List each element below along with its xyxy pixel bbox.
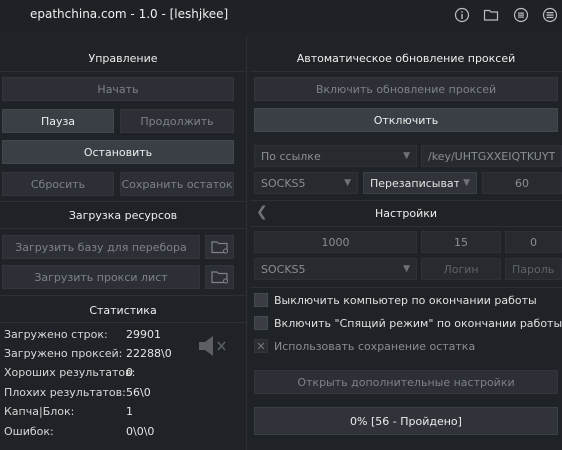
reset-button[interactable]: Сбросить bbox=[2, 172, 114, 196]
stat-value: 0\0\0 bbox=[126, 425, 155, 438]
check-icon[interactable]: ✕ bbox=[254, 339, 268, 353]
chevron-down-icon: ▼ bbox=[403, 151, 410, 161]
stop-button[interactable]: Остановить bbox=[2, 140, 234, 164]
sleep-label: Включить "Спящий режим" по окончании раб… bbox=[274, 316, 562, 330]
login-input[interactable]: Логин bbox=[421, 258, 501, 280]
retries-input[interactable]: 0 bbox=[505, 231, 562, 253]
save-rest-label: Использовать сохранение остатка bbox=[274, 339, 476, 353]
settings-proxy-type-select[interactable]: SOCKS5 ▼ bbox=[254, 258, 417, 280]
threads-input[interactable]: 1000 bbox=[254, 231, 417, 253]
save-rest-checkbox[interactable]: ✕ Использовать сохранение остатка bbox=[254, 338, 475, 354]
settings-proxy-type-value: SOCKS5 bbox=[261, 262, 306, 276]
resources-header: Загрузка ресурсов bbox=[68, 208, 178, 222]
progress-text: 0% [56 - Пройдено] bbox=[350, 414, 462, 428]
checkbox-box[interactable] bbox=[254, 316, 268, 330]
load-proxy-button[interactable]: Загрузить прокси лист bbox=[2, 265, 200, 289]
chevron-down-icon: ▼ bbox=[463, 178, 470, 188]
divider bbox=[0, 71, 246, 72]
load-base-folder-icon[interactable] bbox=[205, 235, 234, 259]
divider bbox=[250, 226, 562, 227]
interval-input[interactable]: 60 bbox=[482, 172, 562, 194]
stat-label: Капча|Блок: bbox=[4, 405, 75, 418]
chevron-down-icon: ▼ bbox=[344, 178, 351, 188]
write-mode-value: Перезаписывать bbox=[370, 176, 460, 190]
proxy-source-value: По ссылке bbox=[261, 149, 321, 163]
password-placeholder: Пароль bbox=[512, 262, 555, 276]
settings-header: Настройки bbox=[374, 206, 438, 220]
info-icon[interactable] bbox=[453, 6, 471, 24]
load-base-button[interactable]: Загрузить базу для перебора bbox=[2, 235, 200, 259]
timeout-value: 15 bbox=[454, 235, 468, 249]
divider bbox=[0, 201, 246, 202]
proxy-update-header: Автоматическое обновление проксей bbox=[296, 51, 516, 65]
interval-value: 60 bbox=[515, 176, 529, 190]
retries-value: 0 bbox=[530, 235, 537, 249]
stat-value: 56\0 bbox=[126, 386, 151, 399]
stat-value: 22288\0 bbox=[126, 347, 172, 360]
mute-icon[interactable] bbox=[196, 333, 230, 359]
shutdown-checkbox[interactable]: Выключить компьютер по окончании работы bbox=[254, 292, 537, 308]
proxy-url-value: /key/UHTGXXEIQTKUYTMM bbox=[428, 149, 555, 163]
window-title: epathchina.com - 1.0 - [leshjkee] bbox=[30, 7, 229, 21]
pause-button[interactable]: Пауза bbox=[2, 109, 114, 133]
stat-value: 29901 bbox=[126, 328, 161, 341]
write-mode-select[interactable]: Перезаписывать ▼ bbox=[363, 172, 477, 194]
enable-proxy-update-button[interactable]: Включить обновление проксей bbox=[254, 77, 558, 101]
stat-label: Хороших результатов: bbox=[4, 366, 136, 379]
stat-label: Загружено строк: bbox=[4, 328, 108, 341]
timeout-input[interactable]: 15 bbox=[421, 231, 501, 253]
save-rest-button[interactable]: Сохранить остаток bbox=[120, 172, 234, 196]
divider bbox=[0, 228, 246, 229]
login-placeholder: Логин bbox=[443, 262, 479, 276]
divider bbox=[250, 287, 562, 288]
threads-value: 1000 bbox=[321, 235, 350, 249]
disable-proxy-update-button[interactable]: Отключить bbox=[254, 108, 558, 132]
proxy-source-select[interactable]: По ссылке ▼ bbox=[254, 145, 417, 167]
checkbox-box[interactable] bbox=[254, 293, 268, 307]
stat-value: 1 bbox=[126, 405, 133, 418]
shutdown-label: Выключить компьютер по окончании работы bbox=[274, 293, 537, 307]
column-divider bbox=[246, 36, 247, 450]
password-input[interactable]: Пароль bbox=[505, 258, 562, 280]
management-header: Управление bbox=[88, 51, 158, 65]
menu-icon[interactable] bbox=[541, 6, 559, 24]
stat-label: Ошибок: bbox=[4, 425, 54, 438]
start-button[interactable]: Начать bbox=[2, 77, 234, 101]
proxy-type-select[interactable]: SOCKS5 ▼ bbox=[254, 172, 358, 194]
divider bbox=[0, 322, 246, 323]
folder-icon[interactable] bbox=[482, 6, 500, 24]
open-advanced-settings-button[interactable]: Открыть дополнительные настройки bbox=[254, 370, 558, 394]
proxy-type-value: SOCKS5 bbox=[261, 176, 306, 190]
progress-bar: 0% [56 - Пройдено] bbox=[254, 407, 558, 435]
proxy-url-input[interactable]: /key/UHTGXXEIQTKUYTMM bbox=[421, 145, 562, 167]
chevron-down-icon: ▼ bbox=[403, 264, 410, 274]
stats-header: Статистика bbox=[89, 303, 157, 317]
stat-label: Плохих результатов: bbox=[4, 386, 126, 399]
divider bbox=[250, 71, 562, 72]
load-proxy-folder-icon[interactable] bbox=[205, 265, 234, 289]
list-icon[interactable] bbox=[512, 6, 530, 24]
sleep-checkbox[interactable]: Включить "Спящий режим" по окончании раб… bbox=[254, 315, 562, 331]
stat-label: Загружено проксей: bbox=[4, 347, 123, 360]
stat-value: 0 bbox=[126, 366, 133, 379]
divider bbox=[0, 295, 246, 296]
resume-button[interactable]: Продолжить bbox=[120, 109, 234, 133]
